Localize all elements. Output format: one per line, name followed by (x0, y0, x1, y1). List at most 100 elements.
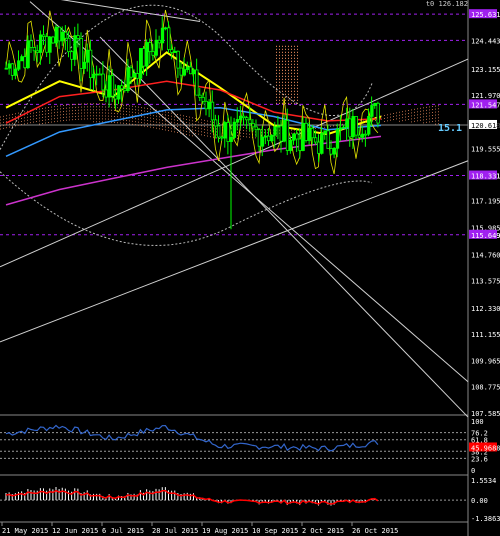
cloud-dot (81, 106, 82, 108)
candle-body (235, 119, 240, 123)
price-axis-label: 109.965 (471, 357, 500, 365)
cloud-dot (141, 116, 142, 118)
cloud-dot (297, 72, 298, 74)
cloud-dot (105, 109, 106, 111)
cloud-dot (426, 115, 427, 117)
cloud-dot (81, 103, 82, 105)
cloud-dot (246, 130, 247, 132)
candle-body (185, 66, 190, 70)
cloud-dot (285, 60, 286, 62)
cloud-dot (324, 126, 325, 128)
cloud-dot (60, 120, 61, 122)
cloud-dot (87, 118, 88, 120)
time-axis-label: 28 Jul 2015 (152, 527, 198, 535)
cloud-dot (126, 120, 127, 122)
cloud-dot (48, 110, 49, 112)
cloud-dot (174, 113, 175, 115)
cloud-dot (120, 110, 121, 112)
cloud-dot (249, 136, 250, 138)
cloud-dot (288, 51, 289, 53)
cloud-dot (420, 113, 421, 115)
candle-body (110, 75, 115, 97)
cloud-dot (195, 120, 196, 122)
cloud-dot (381, 118, 382, 120)
candle-body (329, 148, 333, 155)
cloud-dot (408, 112, 409, 114)
cloud-dot (72, 110, 73, 112)
cloud-dot (0, 128, 1, 130)
cloud-dot (159, 116, 160, 118)
cloud-dot (276, 72, 277, 74)
cloud-dot (297, 84, 298, 86)
cloud-dot (93, 118, 94, 120)
cloud-dot (408, 109, 409, 111)
cloud-dot (279, 78, 280, 80)
cloud-dot (171, 124, 172, 126)
cloud-dot (69, 110, 70, 112)
cloud-dot (186, 121, 187, 123)
cloud-dot (294, 45, 295, 47)
cloud-dot (282, 81, 283, 83)
cloud-dot (126, 105, 127, 107)
cloud-dot (153, 115, 154, 117)
cloud-dot (183, 127, 184, 129)
cloud-dot (42, 113, 43, 115)
cloud-dot (282, 66, 283, 68)
cloud-dot (396, 115, 397, 117)
cloud-dot (39, 114, 40, 116)
candle-body (129, 67, 133, 78)
level-tag-label: 118.331 (471, 173, 500, 181)
cloud-dot (186, 115, 187, 117)
cloud-dot (276, 87, 277, 89)
cloud-dot (192, 123, 193, 125)
cloud-dot (297, 87, 298, 89)
cloud-dot (186, 133, 187, 135)
cloud-dot (333, 125, 334, 127)
candle-body (367, 116, 371, 135)
cloud-dot (111, 112, 112, 114)
cloud-dot (297, 102, 298, 104)
candle-body (320, 132, 324, 154)
cloud-dot (402, 114, 403, 116)
cloud-dot (297, 63, 298, 65)
candle-body (245, 117, 249, 121)
cloud-dot (42, 107, 43, 109)
cloud-dot (162, 113, 163, 115)
cloud-dot (282, 54, 283, 56)
cloud-dot (432, 111, 433, 113)
cloud-dot (282, 90, 283, 92)
cloud-dot (279, 96, 280, 98)
cloud-dot (423, 107, 424, 109)
candle-body (95, 73, 99, 76)
candle-body (117, 85, 121, 100)
cloud-dot (294, 96, 295, 98)
cloud-dot (111, 118, 112, 120)
cloud-dot (294, 78, 295, 80)
cloud-dot (18, 124, 19, 126)
cloud-dot (297, 66, 298, 68)
candle-body (13, 68, 18, 76)
cloud-dot (75, 106, 76, 108)
candle-body (10, 63, 15, 76)
cloud-dot (405, 113, 406, 115)
cloud-dot (114, 121, 115, 123)
cloud-dot (342, 123, 343, 125)
cloud-dot (81, 115, 82, 117)
cloud-dot (423, 116, 424, 118)
candle-body (104, 89, 108, 98)
cloud-dot (237, 135, 238, 137)
cloud-dot (426, 112, 427, 114)
price-axis-label: 111.155 (471, 331, 500, 339)
cloud-dot (411, 109, 412, 111)
cloud-dot (291, 51, 292, 53)
cloud-dot (96, 115, 97, 117)
cloud-dot (39, 111, 40, 113)
cloud-dot (291, 69, 292, 71)
cloud-dot (144, 110, 145, 112)
cloud-dot (219, 137, 220, 139)
rsi-axis-label: 23.6 (471, 455, 488, 463)
forex-chart[interactable]: 124.443 123.155 121.970 120.618 119.555 118.3… (0, 0, 500, 536)
cloud-dot (168, 118, 169, 120)
cloud-dot (147, 120, 148, 122)
cloud-dot (138, 109, 139, 111)
